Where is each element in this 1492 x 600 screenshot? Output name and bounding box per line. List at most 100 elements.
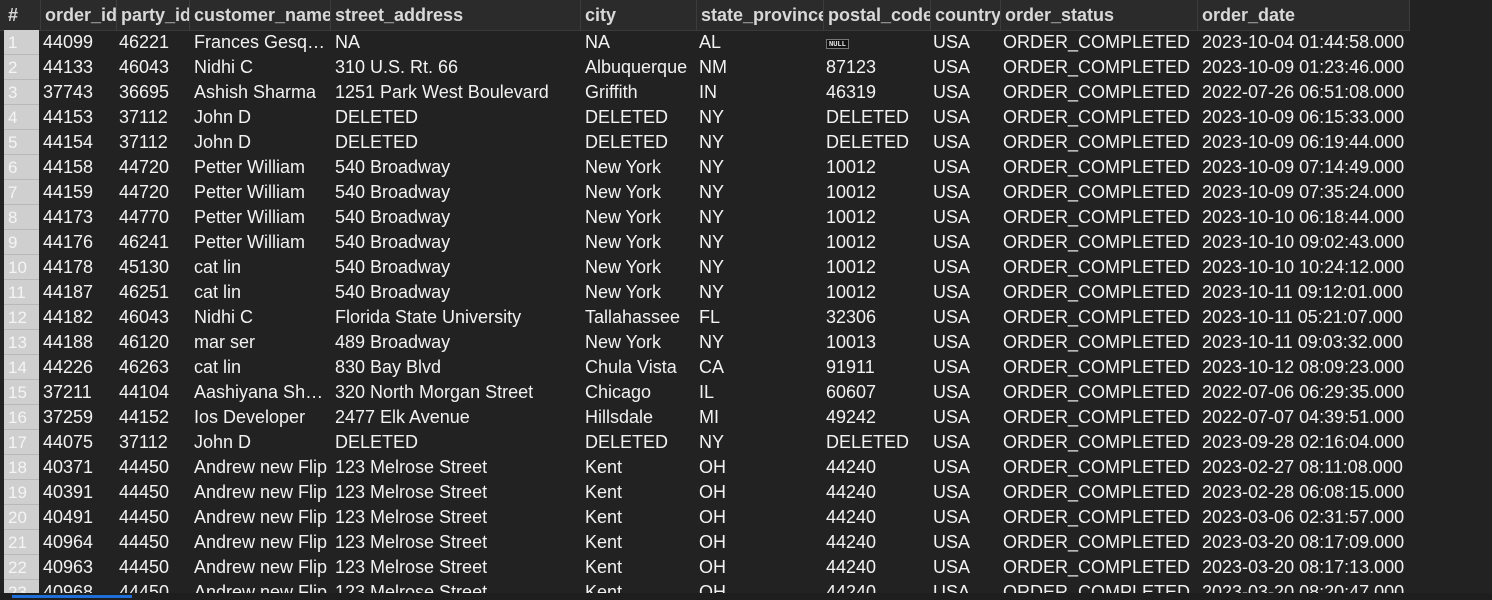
- state-province-cell[interactable]: NY: [695, 205, 822, 230]
- city-cell[interactable]: New York: [581, 155, 695, 180]
- order-date-cell[interactable]: 2023-09-28 02:16:04.000: [1198, 430, 1410, 455]
- country-cell[interactable]: USA: [929, 105, 999, 130]
- party-id-cell[interactable]: 45130: [115, 255, 190, 280]
- row-number[interactable]: 15: [4, 380, 39, 405]
- order-id-cell[interactable]: 40964: [39, 530, 115, 555]
- order-id-cell[interactable]: 44159: [39, 180, 115, 205]
- city-cell[interactable]: Griffith: [581, 80, 695, 105]
- order-date-cell[interactable]: 2023-10-11 09:03:32.000: [1198, 330, 1410, 355]
- header-country[interactable]: country: [931, 0, 1001, 30]
- order-date-cell[interactable]: 2023-03-06 02:31:57.000: [1198, 505, 1410, 530]
- order-date-cell[interactable]: 2023-10-09 07:14:49.000: [1198, 155, 1410, 180]
- country-cell[interactable]: USA: [929, 505, 999, 530]
- street-address-cell[interactable]: 540 Broadway: [331, 255, 581, 280]
- city-cell[interactable]: New York: [581, 330, 695, 355]
- table-row[interactable]: 22 40963 44450 Andrew new Flip 123 Melrose S…: [0, 555, 1492, 580]
- postal-code-cell[interactable]: 10012: [822, 180, 929, 205]
- state-province-cell[interactable]: NM: [695, 55, 822, 80]
- postal-code-cell[interactable]: 91911: [822, 355, 929, 380]
- postal-code-cell[interactable]: 10012: [822, 280, 929, 305]
- table-row[interactable]: 10 44178 45130 cat lin 540 Broadway New York N…: [0, 255, 1492, 280]
- street-address-cell[interactable]: Florida State University: [331, 305, 581, 330]
- customer-name-cell[interactable]: Petter William: [190, 230, 331, 255]
- street-address-cell[interactable]: DELETED: [331, 130, 581, 155]
- order-id-cell[interactable]: 40963: [39, 555, 115, 580]
- order-status-cell[interactable]: ORDER_COMPLETED: [999, 230, 1198, 255]
- country-cell[interactable]: USA: [929, 155, 999, 180]
- order-status-cell[interactable]: ORDER_COMPLETED: [999, 505, 1198, 530]
- state-province-cell[interactable]: NY: [695, 230, 822, 255]
- postal-code-cell[interactable]: NULL: [822, 30, 929, 55]
- postal-code-cell[interactable]: 10012: [822, 230, 929, 255]
- row-number[interactable]: 17: [4, 430, 39, 455]
- postal-code-cell[interactable]: 10012: [822, 155, 929, 180]
- customer-name-cell[interactable]: Petter William: [190, 180, 331, 205]
- header-state-province[interactable]: state_province: [697, 0, 824, 30]
- order-id-cell[interactable]: 44226: [39, 355, 115, 380]
- street-address-cell[interactable]: 1251 Park West Boulevard: [331, 80, 581, 105]
- customer-name-cell[interactable]: Andrew new Flip: [190, 455, 331, 480]
- city-cell[interactable]: Albuquerque: [581, 55, 695, 80]
- order-id-cell[interactable]: 37743: [39, 80, 115, 105]
- street-address-cell[interactable]: 123 Melrose Street: [331, 555, 581, 580]
- customer-name-cell[interactable]: cat lin: [190, 280, 331, 305]
- table-row[interactable]: 13 44188 46120 mar ser 489 Broadway New York N…: [0, 330, 1492, 355]
- table-row[interactable]: 12 44182 46043 Nidhi C Florida State Univers…: [0, 305, 1492, 330]
- row-number[interactable]: 9: [4, 230, 39, 255]
- state-province-cell[interactable]: CA: [695, 355, 822, 380]
- customer-name-cell[interactable]: Frances Gesq…: [190, 30, 331, 55]
- row-number[interactable]: 1: [4, 30, 39, 55]
- city-cell[interactable]: DELETED: [581, 105, 695, 130]
- customer-name-cell[interactable]: Ios Developer: [190, 405, 331, 430]
- customer-name-cell[interactable]: Andrew new Flip: [190, 555, 331, 580]
- party-id-cell[interactable]: 44450: [115, 455, 190, 480]
- table-row[interactable]: 18 40371 44450 Andrew new Flip 123 Melrose S…: [0, 455, 1492, 480]
- table-row[interactable]: 4 44153 37112 John D DELETED DELETED NY DELETED…: [0, 105, 1492, 130]
- party-id-cell[interactable]: 44720: [115, 180, 190, 205]
- order-id-cell[interactable]: 44176: [39, 230, 115, 255]
- order-status-cell[interactable]: ORDER_COMPLETED: [999, 105, 1198, 130]
- postal-code-cell[interactable]: 44240: [822, 530, 929, 555]
- header-row-number[interactable]: #: [4, 0, 41, 30]
- table-row[interactable]: 1 44099 46221 Frances Gesq… NA NA AL NULL USA ORD…: [0, 30, 1492, 55]
- street-address-cell[interactable]: DELETED: [331, 105, 581, 130]
- customer-name-cell[interactable]: Andrew new Flip: [190, 505, 331, 530]
- state-province-cell[interactable]: IN: [695, 80, 822, 105]
- order-id-cell[interactable]: 40371: [39, 455, 115, 480]
- party-id-cell[interactable]: 44450: [115, 505, 190, 530]
- row-number[interactable]: 12: [4, 305, 39, 330]
- party-id-cell[interactable]: 46221: [115, 30, 190, 55]
- order-id-cell[interactable]: 44173: [39, 205, 115, 230]
- state-province-cell[interactable]: NY: [695, 130, 822, 155]
- table-row[interactable]: 19 40391 44450 Andrew new Flip 123 Melrose S…: [0, 480, 1492, 505]
- country-cell[interactable]: USA: [929, 205, 999, 230]
- postal-code-cell[interactable]: 10013: [822, 330, 929, 355]
- city-cell[interactable]: New York: [581, 255, 695, 280]
- order-status-cell[interactable]: ORDER_COMPLETED: [999, 30, 1198, 55]
- row-number[interactable]: 19: [4, 480, 39, 505]
- customer-name-cell[interactable]: Aashiyana Sh…: [190, 380, 331, 405]
- table-row[interactable]: 3 37743 36695 Ashish Sharma 1251 Park West B…: [0, 80, 1492, 105]
- order-date-cell[interactable]: 2023-10-11 09:12:01.000: [1198, 280, 1410, 305]
- city-cell[interactable]: Hillsdale: [581, 405, 695, 430]
- country-cell[interactable]: USA: [929, 380, 999, 405]
- order-status-cell[interactable]: ORDER_COMPLETED: [999, 555, 1198, 580]
- street-address-cell[interactable]: 489 Broadway: [331, 330, 581, 355]
- row-number[interactable]: 13: [4, 330, 39, 355]
- customer-name-cell[interactable]: cat lin: [190, 255, 331, 280]
- order-id-cell[interactable]: 44153: [39, 105, 115, 130]
- postal-code-cell[interactable]: 87123: [822, 55, 929, 80]
- state-province-cell[interactable]: AL: [695, 30, 822, 55]
- order-status-cell[interactable]: ORDER_COMPLETED: [999, 530, 1198, 555]
- postal-code-cell[interactable]: DELETED: [822, 130, 929, 155]
- city-cell[interactable]: Kent: [581, 555, 695, 580]
- city-cell[interactable]: DELETED: [581, 430, 695, 455]
- postal-code-cell[interactable]: 10012: [822, 205, 929, 230]
- order-date-cell[interactable]: 2023-10-09 01:23:46.000: [1198, 55, 1410, 80]
- header-order-status[interactable]: order_status: [1001, 0, 1198, 30]
- order-status-cell[interactable]: ORDER_COMPLETED: [999, 255, 1198, 280]
- party-id-cell[interactable]: 44450: [115, 555, 190, 580]
- order-date-cell[interactable]: 2022-07-06 06:29:35.000: [1198, 380, 1410, 405]
- row-number[interactable]: 2: [4, 55, 39, 80]
- table-row[interactable]: 21 40964 44450 Andrew new Flip 123 Melrose S…: [0, 530, 1492, 555]
